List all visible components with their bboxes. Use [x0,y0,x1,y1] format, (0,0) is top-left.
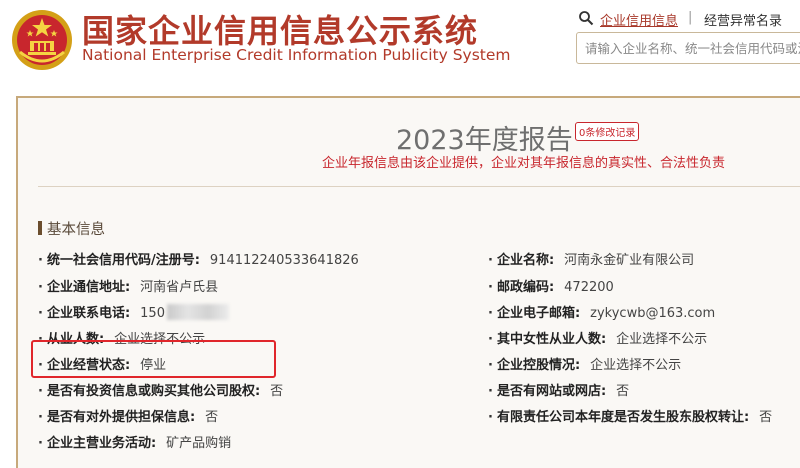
operating-status-highlight [31,340,276,378]
field-holding-status: · 企业控股情况: 企业选择不公示 [488,358,682,373]
section-divider [38,186,800,187]
basic-info-section-title: 基本信息 [38,218,105,239]
national-emblem-icon [12,10,72,70]
field-guarantee-info: · 是否有对外提供担保信息: 否 [38,410,219,425]
search-input[interactable] [576,32,800,64]
field-address: · 企业通信地址: 河南省卢氏县 [38,280,219,295]
nav-enterprise-credit-link[interactable]: 企业信用信息 [600,10,678,29]
report-disclaimer: 企业年报信息由该企业提供，企业对其年报信息的真实性、合法性负责 [322,156,726,171]
field-postal-code: · 邮政编码: 472200 [488,280,614,295]
field-credit-code: · 统一社会信用代码/注册号: 914112240533641826 [38,253,359,268]
field-main-business: · 企业主营业务活动: 矿产品购销 [38,436,232,451]
field-phone: · 企业联系电话: 150 [38,302,229,321]
field-company-name: · 企业名称: 河南永金矿业有限公司 [488,253,695,268]
redacted-phone-digits [166,304,229,320]
field-female-employees: · 其中女性从业人数: 企业选择不公示 [488,332,708,347]
site-title-en: National Enterprise Credit Information P… [82,46,511,64]
search-icon[interactable] [578,10,594,26]
field-website: · 是否有网站或网店: 否 [488,384,630,399]
nav-separator: | [688,10,693,25]
site-header: 国家企业信用信息公示系统 National Enterprise Credit … [0,0,800,90]
section-marker-icon [38,221,42,235]
field-investment-info: · 是否有投资信息或购买其他公司股权: 否 [38,384,284,399]
field-equity-transfer: · 有限责任公司本年度是否发生股东股权转让: 否 [488,410,773,425]
nav-abnormal-list-link[interactable]: 经营异常名录 [704,10,782,29]
field-email: · 企业电子邮箱: zykycwb@163.com [488,306,716,321]
modify-record-badge[interactable]: 0条修改记录 [575,122,640,141]
